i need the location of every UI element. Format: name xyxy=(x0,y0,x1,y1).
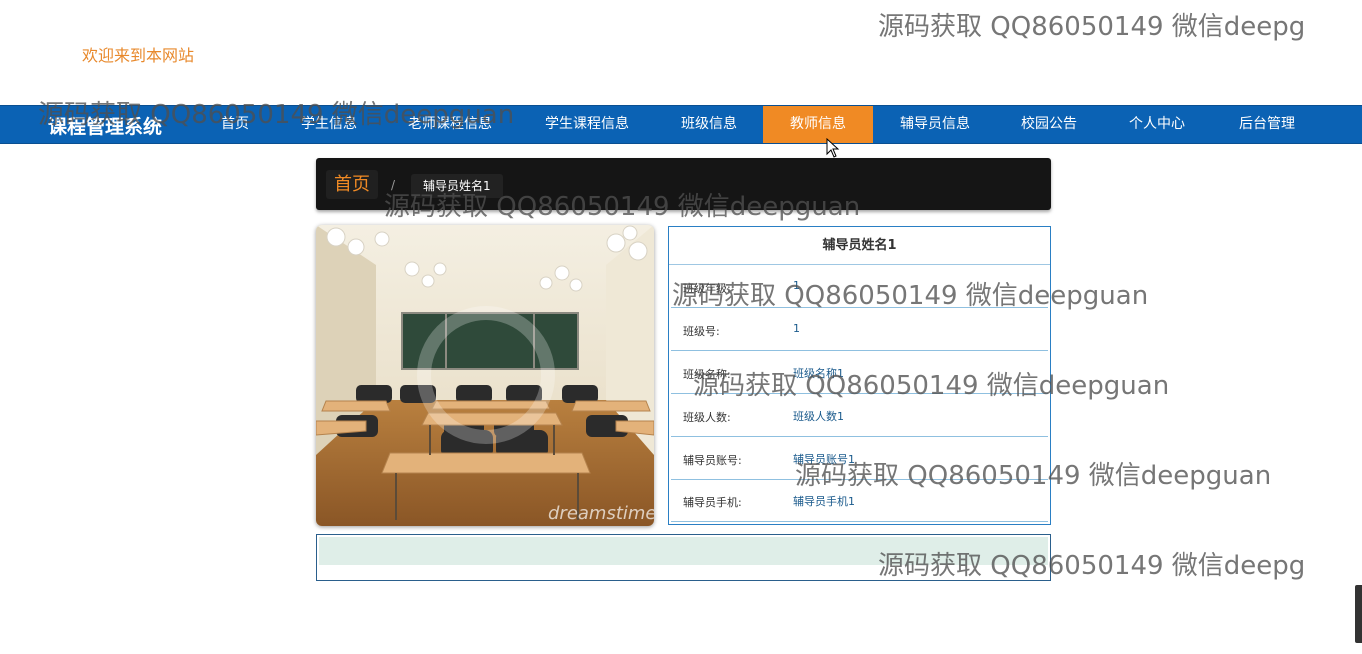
nav-item-classes[interactable]: 班级信息 xyxy=(668,106,750,143)
detail-value: 1 xyxy=(793,322,800,335)
nav-item-profile[interactable]: 个人中心 xyxy=(1114,106,1200,143)
nav-item-home[interactable]: 首页 xyxy=(208,106,262,143)
detail-row: 辅导员账号: 辅导员账号1 xyxy=(671,437,1048,480)
detail-row: 班级人数: 班级人数1 xyxy=(671,394,1048,437)
watermark-text: 源码获取 QQ86050149 微信deepg xyxy=(878,12,1306,42)
nav-item-teachers[interactable]: 教师信息 xyxy=(763,106,873,143)
classroom-photo: dreamstime xyxy=(316,225,654,526)
detail-value: 辅导员账号1 xyxy=(793,453,855,466)
nav-item-student-courses[interactable]: 学生课程信息 xyxy=(528,106,646,143)
detail-label: 班级人数: xyxy=(683,411,731,424)
content-strip xyxy=(319,537,1048,565)
detail-content-box xyxy=(316,534,1051,581)
site-brand[interactable]: 课程管理系统 xyxy=(48,112,162,139)
detail-row: 班级号: 1 xyxy=(671,308,1048,351)
detail-row: 辅导员手机: 辅导员手机1 xyxy=(671,479,1048,522)
detail-label: 辅导员账号: xyxy=(683,454,742,467)
side-scroll-tab[interactable] xyxy=(1355,585,1362,643)
detail-label: 辅导员手机: xyxy=(683,496,742,509)
nav-item-teacher-courses[interactable]: 老师课程信息 xyxy=(392,106,508,143)
nav-item-students[interactable]: 学生信息 xyxy=(288,106,370,143)
nav-item-announcements[interactable]: 校园公告 xyxy=(1006,106,1092,143)
welcome-text: 欢迎来到本网站 xyxy=(82,46,195,65)
detail-label: 班级名称: xyxy=(683,368,731,381)
photo-credit: dreamstime xyxy=(548,503,654,524)
detail-value: 辅导员手机1 xyxy=(793,495,855,508)
counselor-detail-panel: 辅导员姓名1 班级年级: 1 班级号: 1 班级名称: 班级名称1 班级人数: … xyxy=(668,226,1051,525)
detail-value: 班级人数1 xyxy=(793,410,844,423)
nav-item-counselors[interactable]: 辅导员信息 xyxy=(886,106,984,143)
classroom-illustration: dreamstime xyxy=(316,225,654,526)
breadcrumb: 首页 / 辅导员姓名1 xyxy=(316,158,1051,210)
breadcrumb-separator: / xyxy=(391,178,396,192)
detail-row: 班级名称: 班级名称1 xyxy=(671,351,1048,394)
breadcrumb-home-link[interactable]: 首页 xyxy=(326,170,378,199)
detail-value: 班级名称1 xyxy=(793,367,844,380)
detail-value: 1 xyxy=(793,279,800,292)
detail-label: 班级年级: xyxy=(683,282,731,295)
breadcrumb-current: 辅导员姓名1 xyxy=(411,174,503,198)
detail-label: 班级号: xyxy=(683,325,720,338)
detail-row: 班级年级: 1 xyxy=(671,265,1048,308)
detail-title: 辅导员姓名1 xyxy=(669,227,1050,265)
mouse-cursor-icon xyxy=(826,138,840,158)
nav-item-admin[interactable]: 后台管理 xyxy=(1224,106,1310,143)
main-navbar: 课程管理系统 首页 学生信息 老师课程信息 学生课程信息 班级信息 教师信息 辅… xyxy=(0,105,1362,144)
